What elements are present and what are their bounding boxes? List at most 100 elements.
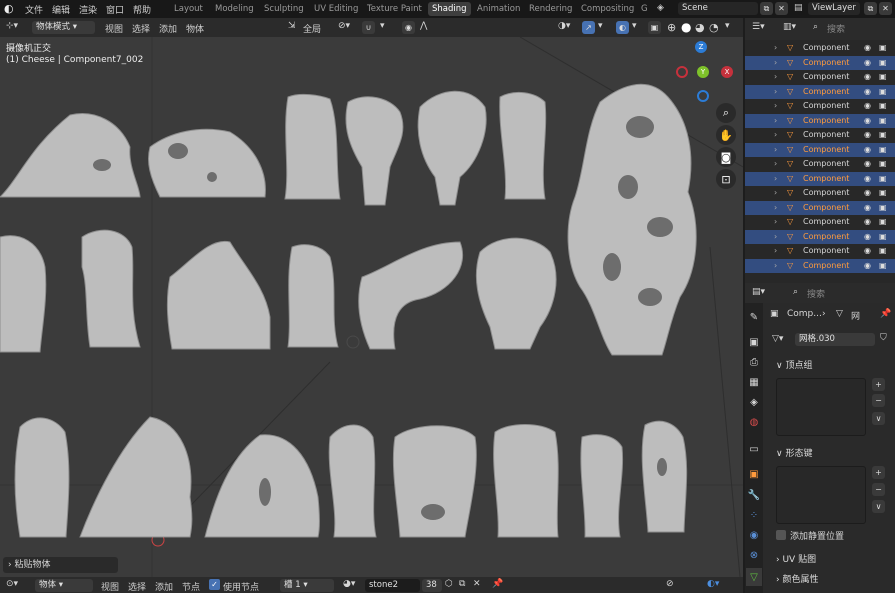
expand-chevron-icon[interactable]: › [774,172,777,187]
expand-chevron-icon[interactable]: › [774,215,777,230]
tab-overflow[interactable]: G [637,2,652,16]
tab-sculpting[interactable]: Sculpting [260,2,308,16]
tab-uv-editing[interactable]: UV Editing [310,2,362,16]
outliner-row[interactable]: › ▽ Component ◉ ▣ [745,128,895,143]
expand-chevron-icon[interactable]: › [774,99,777,114]
node-menu-node[interactable]: 节点 [182,580,200,593]
outliner-row[interactable]: › ▽ Component ◉ ▣ [745,55,895,71]
outliner-row[interactable]: › ▽ Component ◉ ▣ [745,142,895,158]
gizmo-toggle-icon[interactable]: ↗ [582,21,595,34]
scene-tab-icon[interactable]: ◈ [746,393,762,411]
object-pin-icon[interactable]: ▣ [770,309,779,319]
expand-chevron-icon[interactable]: › [774,56,777,71]
mesh-browse-icon[interactable]: ▽▾ [772,334,783,344]
mesh-name-field[interactable]: 网格.030 [795,333,875,346]
render-camera-icon[interactable]: ▣ [879,259,887,274]
visibility-eye-icon[interactable]: ◉ [864,56,871,71]
node-menu-add[interactable]: 添加 [155,580,173,593]
tab-shading[interactable]: Shading [428,2,471,16]
menu-object[interactable]: 物体 [186,22,204,35]
shape-keys-header[interactable]: ∨ 形态键 [776,446,812,459]
render-camera-icon[interactable]: ▣ [879,215,887,230]
visibility-eye-icon[interactable]: ◉ [864,186,871,201]
view-layer-tab-icon[interactable]: ▦ [746,373,762,391]
add-rest-position-checkbox[interactable] [776,530,786,540]
visibility-icon[interactable]: ◑▾ [558,21,570,31]
constraints-tab-icon[interactable]: ⊗ [746,546,762,564]
visibility-eye-icon[interactable]: ◉ [864,99,871,114]
outliner-editor-type-icon[interactable]: ☰▾ [752,22,765,32]
menu-edit[interactable]: 编辑 [52,3,70,16]
tab-rendering[interactable]: Rendering [525,2,576,16]
gizmo-x-axis[interactable]: X [721,66,733,78]
menu-view[interactable]: 视图 [105,22,123,35]
visibility-eye-icon[interactable]: ◉ [864,41,871,56]
zoom-icon[interactable]: ⌕ [716,103,736,123]
solid-shading-icon[interactable]: ● [681,20,691,34]
falloff-icon[interactable]: ⋀ [420,21,427,31]
render-camera-icon[interactable]: ▣ [879,172,887,187]
shape-keys-list[interactable] [776,466,866,524]
remove-vertex-group-button[interactable]: − [872,394,885,407]
render-camera-icon[interactable]: ▣ [879,244,887,259]
visibility-eye-icon[interactable]: ◉ [864,114,871,129]
visibility-eye-icon[interactable]: ◉ [864,143,871,158]
vertex-group-menu-button[interactable]: ∨ [872,412,885,425]
expand-chevron-icon[interactable]: › [774,128,777,143]
visibility-eye-icon[interactable]: ◉ [864,128,871,143]
outliner-search-input[interactable]: 搜索 [827,22,845,35]
properties-editor-type-icon[interactable]: ▤▾ [752,287,765,297]
visibility-eye-icon[interactable]: ◉ [864,201,871,216]
object-tab-icon[interactable]: ▣ [746,465,762,483]
node-editor-type-icon[interactable]: ⊙▾ [6,579,18,589]
node-mode-select[interactable]: 物体 ▾ [35,579,93,592]
material-name-field[interactable]: stone2 [365,579,420,592]
tab-layout[interactable]: Layout [170,2,207,16]
tab-texture-paint[interactable]: Texture Paint [363,2,426,16]
node-menu-view[interactable]: 视图 [101,580,119,593]
menu-add[interactable]: 添加 [159,22,177,35]
lock-camera-icon[interactable]: ⊡ [716,169,736,189]
collection-tab-icon[interactable]: ▭ [746,440,762,458]
modifier-tab-icon[interactable]: 🔧 [746,486,762,504]
gizmo-neg-x[interactable] [676,66,688,78]
new-scene-button[interactable]: ⧉ [760,2,773,15]
expand-chevron-icon[interactable]: › [774,70,777,85]
menu-window[interactable]: 窗口 [106,3,124,16]
expand-chevron-icon[interactable]: › [774,259,777,274]
visibility-eye-icon[interactable]: ◉ [864,157,871,172]
wireframe-shading-icon[interactable]: ⊕ [667,21,676,34]
expand-chevron-icon[interactable]: › [774,186,777,201]
editor-type-icon[interactable]: ⊹▾ [6,21,18,31]
mode-select[interactable]: 物体模式 ▾ [32,21,95,34]
outliner-row[interactable]: › ▽ Component ◉ ▣ [745,215,895,230]
shape-key-menu-button[interactable]: ∨ [872,500,885,513]
visibility-eye-icon[interactable]: ◉ [864,259,871,274]
menu-help[interactable]: 帮助 [133,3,151,16]
render-camera-icon[interactable]: ▣ [879,143,887,158]
render-tab-icon[interactable]: ▣ [746,333,762,351]
rendered-shading-icon[interactable]: ◔ [709,21,719,34]
render-camera-icon[interactable]: ▣ [879,128,887,143]
add-shape-key-button[interactable]: + [872,466,885,479]
transform-orientation-select[interactable]: 全局 [303,22,321,35]
view-layer-icon[interactable]: ▤ [794,3,803,13]
data-tab-icon[interactable]: ▽ [746,568,762,586]
physics-tab-icon[interactable]: ◉ [746,526,762,544]
output-tab-icon[interactable]: ⎙ [746,353,762,371]
visibility-eye-icon[interactable]: ◉ [864,244,871,259]
snap-icon[interactable]: ∪ [362,21,375,34]
pan-hand-icon[interactable]: ✋ [716,125,736,145]
outliner-row[interactable]: › ▽ Component ◉ ▣ [745,113,895,129]
expand-chevron-icon[interactable]: › [774,157,777,172]
snap-dropdown-icon[interactable]: ▾ [380,21,385,31]
remove-shape-key-button[interactable]: − [872,483,885,496]
render-camera-icon[interactable]: ▣ [879,201,887,216]
render-camera-icon[interactable]: ▣ [879,41,887,56]
outliner-row[interactable]: › ▽ Component ◉ ▣ [745,99,895,114]
add-vertex-group-button[interactable]: + [872,378,885,391]
outliner-display-mode-icon[interactable]: ▥▾ [783,22,796,32]
outliner-row[interactable]: › ▽ Component ◉ ▣ [745,258,895,274]
render-camera-icon[interactable]: ▣ [879,230,887,245]
outliner-row[interactable]: › ▽ Component ◉ ▣ [745,200,895,216]
